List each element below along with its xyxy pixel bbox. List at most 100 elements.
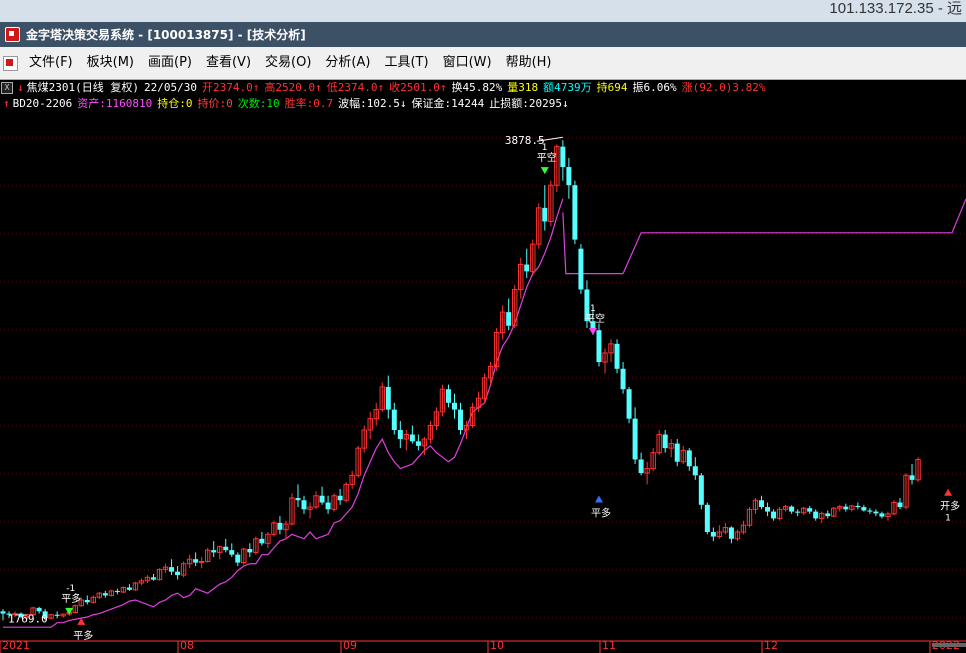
long-stop-line (622, 198, 966, 274)
candle-body (795, 511, 801, 513)
menu-trade[interactable]: 交易(O) (258, 53, 318, 73)
high-price-label: 3878.5 (505, 134, 545, 147)
candle-body (897, 502, 903, 508)
candle-body (325, 502, 331, 510)
signal-down-arrow (65, 607, 74, 615)
signal-label: 平多 (73, 629, 93, 642)
candle-body (578, 248, 584, 290)
server-ip: 101.133.172.35 - 远 (829, 0, 962, 17)
candle-body (235, 554, 241, 563)
signal-count: -1 (66, 584, 75, 594)
avg-price: 持价:0 (197, 97, 233, 110)
candle-body (151, 577, 156, 580)
candle-body (415, 441, 421, 446)
menu-file[interactable]: 文件(F) (22, 53, 80, 73)
candle-body (391, 409, 397, 430)
win-rate: 胜率:0.7 (284, 97, 334, 110)
candle-body (873, 511, 879, 514)
candle-body (337, 495, 343, 501)
candle-body (397, 430, 403, 440)
candle-body (698, 475, 704, 505)
up-arrow-icon: ↑ (3, 97, 10, 110)
menu-window[interactable]: 窗口(W) (436, 53, 499, 73)
menu-analysis[interactable]: 分析(A) (318, 53, 377, 73)
candle-body (692, 466, 698, 476)
candle-body (452, 402, 457, 410)
candle-body (662, 434, 668, 449)
menu-bar: 文件(F) 板块(M) 画面(P) 查看(V) 交易(O) 分析(A) 工具(T… (0, 47, 966, 80)
candle-body (572, 185, 578, 240)
stop-line (3, 198, 564, 628)
menu-sector[interactable]: 板块(M) (80, 53, 141, 73)
x-tick-label: 12 (764, 639, 778, 652)
candle-body (765, 507, 771, 512)
symbol-name: 焦煤2301(日线 复权) (26, 81, 139, 94)
signal-label: 平多 (591, 507, 611, 520)
volume: 量318 (507, 81, 539, 94)
candle-body (542, 207, 548, 222)
x-tick-label: 2021 (2, 639, 30, 652)
signal-down-arrow (588, 328, 597, 335)
candle-body (0, 611, 6, 614)
open-interest: 持694 (596, 81, 628, 94)
strategy-info-bar: ↑ BD20-2206 资产:1160810 持仓:0 持价:0 次数:10 胜… (3, 97, 569, 110)
menu-screen[interactable]: 画面(P) (141, 53, 199, 73)
candle-body (638, 459, 644, 474)
menu-tools[interactable]: 工具(T) (377, 53, 435, 73)
candle-body (319, 495, 325, 503)
menu-view[interactable]: 查看(V) (199, 53, 258, 73)
quote-info-bar: X ↓ 焦煤2301(日线 复权) 22/05/30 开2374.0 ↑ 高252… (0, 80, 966, 96)
candle-body (843, 506, 849, 510)
candle-body (909, 475, 915, 480)
candle-body (175, 571, 181, 576)
candlestick-chart[interactable]: 平多-1平多平空1开多1平空1平多 202108091011122022 387… (0, 112, 966, 653)
window-title: 金字塔决策交易系统 - [100013875] - [技术分析] (26, 28, 306, 42)
close-pane-icon[interactable]: X (1, 82, 13, 94)
strategy-name: BD20-2206 (12, 97, 73, 110)
candle-body (632, 418, 638, 460)
candle-body (102, 593, 108, 596)
candle-body (229, 550, 235, 555)
amount: 额4739万 (543, 81, 592, 94)
horizontal-scrollbar (932, 643, 966, 647)
close-price: 收2501.0 (389, 81, 440, 94)
candle-body (867, 510, 873, 512)
price-change: 涨(92.0)3.82% (681, 81, 766, 94)
mdi-document-icon[interactable] (3, 55, 18, 71)
x-tick-label: 10 (490, 639, 504, 652)
signal-up-arrow (594, 495, 603, 503)
system-bar: 101.133.172.35 - 远 (0, 0, 966, 22)
stop-loss: 止损额:20295 (489, 97, 562, 110)
candle-body (169, 567, 175, 572)
short-stop-line (562, 212, 624, 275)
trade-count: 次数:10 (237, 97, 280, 110)
candles (0, 140, 921, 621)
candle-body (771, 511, 777, 519)
signal-up-arrow (944, 488, 953, 496)
trade-signals: 平多-1平多平空1开多1平空1平多 (61, 143, 960, 642)
turnover-rate: 换45.82% (451, 81, 503, 94)
x-tick-label: 09 (343, 639, 357, 652)
candle-body (295, 498, 301, 501)
candle-body (596, 330, 602, 362)
amplitude: 振6.06% (632, 81, 677, 94)
candle-body (614, 343, 620, 369)
open-price: 开2374.0 (201, 81, 253, 94)
position: 持仓:0 (157, 97, 193, 110)
candle-body (126, 587, 132, 590)
candle-body (506, 312, 512, 326)
signal-count: 1 (945, 514, 951, 524)
candle-body (385, 386, 391, 410)
high-price: 高2520.0 (264, 81, 316, 94)
candle-body (813, 511, 819, 519)
candle-body (114, 590, 120, 593)
menu-help[interactable]: 帮助(H) (499, 53, 559, 73)
candle-body (807, 508, 813, 512)
candle-body (409, 434, 415, 442)
candle-body (259, 538, 265, 544)
low-price: 低2374.0 (326, 81, 378, 94)
candle-body (704, 504, 710, 532)
down-arrow-icon: ↓ (17, 81, 24, 94)
candle-body (879, 513, 885, 517)
candle-body (301, 500, 307, 510)
